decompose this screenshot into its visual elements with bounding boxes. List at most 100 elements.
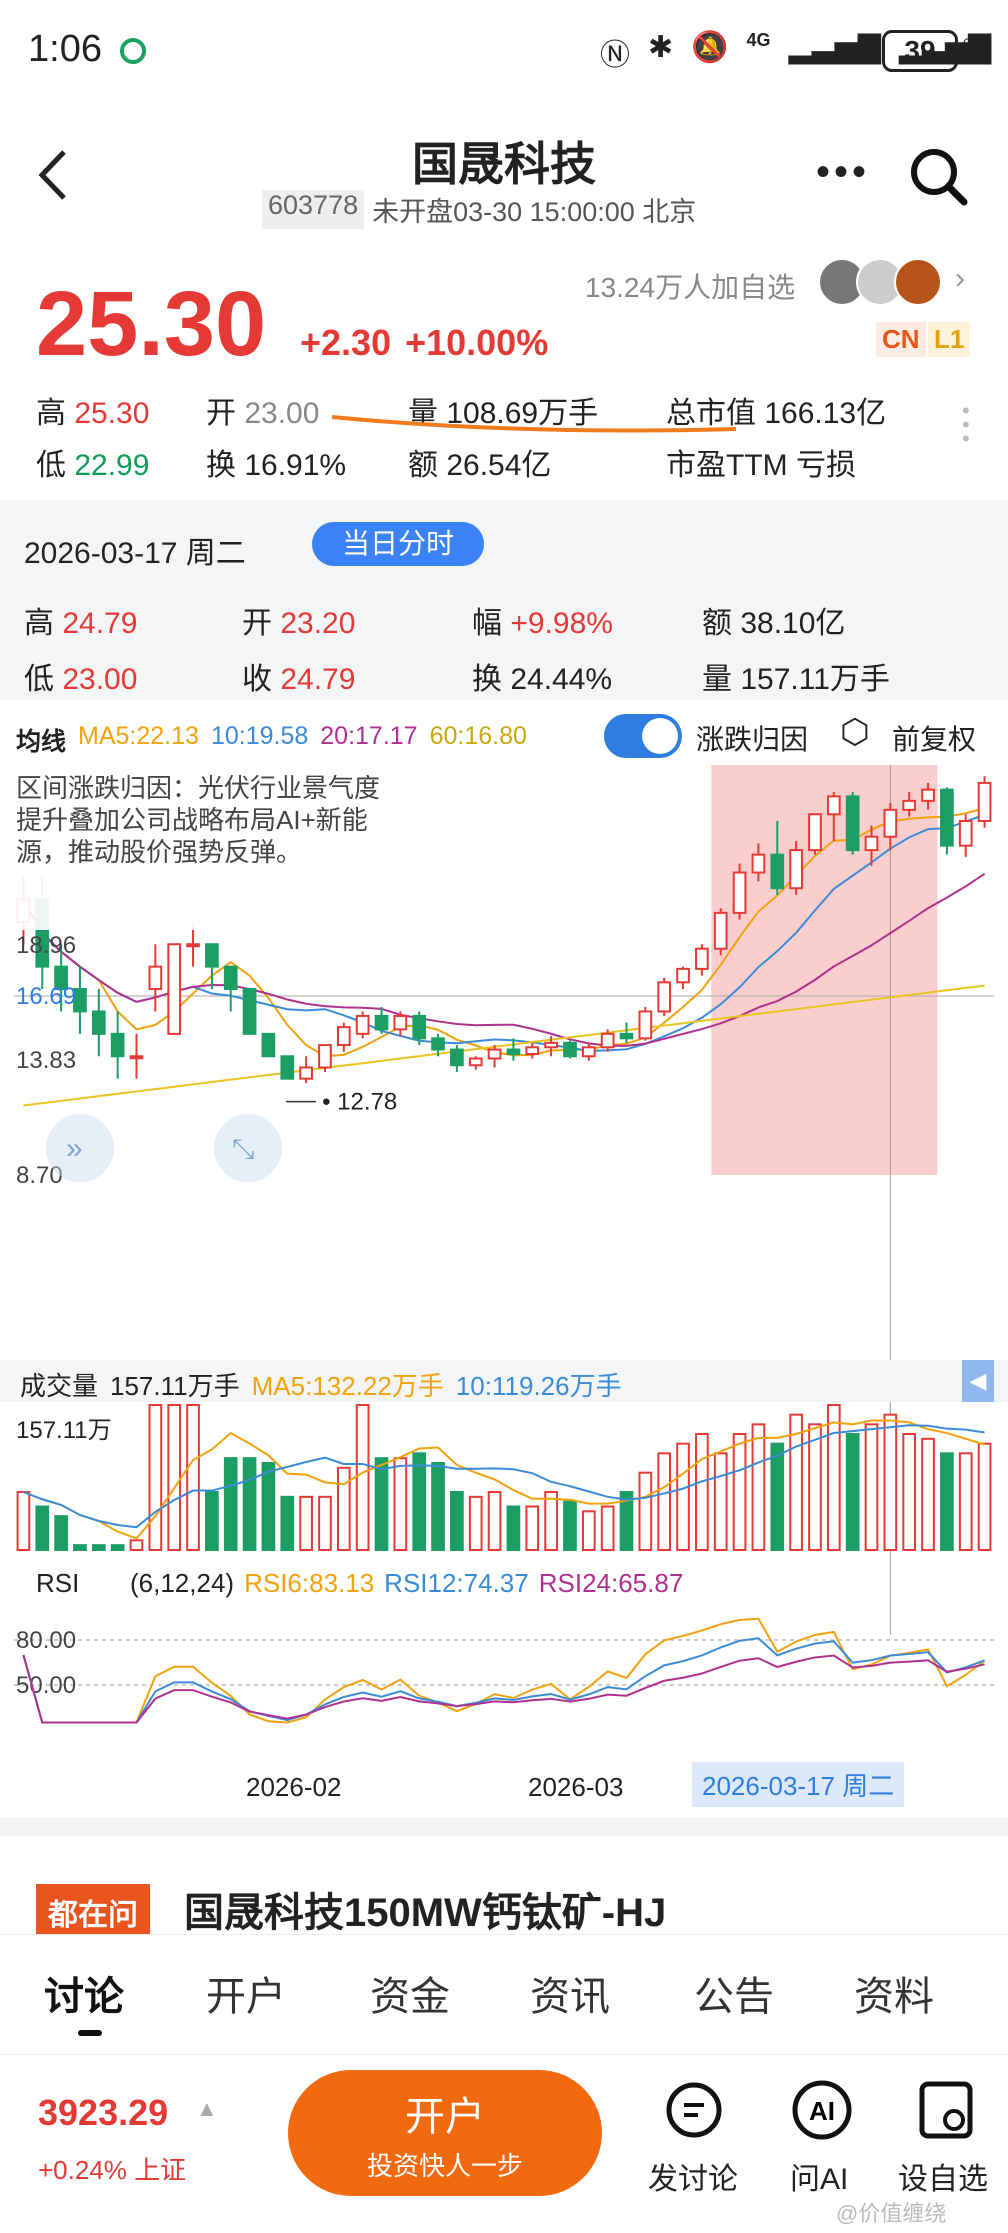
volume-bar	[280, 1495, 295, 1551]
chevron-right-icon[interactable]: ›	[955, 262, 965, 296]
add-watchlist-icon[interactable]	[918, 2080, 974, 2140]
comment-icon[interactable]	[664, 2080, 724, 2140]
triangle-up-icon: ▲	[196, 2096, 218, 2121]
follower-avatars[interactable]	[818, 258, 942, 306]
day-low: 低 23.00	[24, 663, 138, 696]
candle	[713, 911, 728, 950]
candle	[205, 943, 219, 968]
collapse-panel-button[interactable]: ◀	[962, 1360, 994, 1402]
volume-bar	[148, 1404, 163, 1551]
index-value[interactable]: 3923.29	[38, 2092, 168, 2134]
bluetooth-icon: ✱	[648, 31, 674, 64]
candle	[525, 1046, 540, 1056]
candle	[789, 849, 803, 890]
day-amount: 额 38.10亿	[702, 607, 846, 640]
volume-axis-max: 157.11万	[16, 1417, 112, 1444]
candle	[732, 871, 747, 914]
volume-bar	[450, 1491, 464, 1551]
tab-discuss[interactable]: 讨论	[44, 1964, 124, 2022]
candle	[393, 1014, 408, 1031]
volume-bar	[242, 1457, 257, 1552]
volume-bar	[921, 1437, 935, 1551]
discuss-label[interactable]: 发讨论	[648, 2154, 738, 2198]
fullscreen-icon: ⤡	[232, 1133, 254, 1164]
change-amount: +2.30	[300, 322, 392, 363]
mute-icon: 🔕	[691, 31, 729, 64]
volume-bar	[676, 1442, 690, 1552]
hot-question-text[interactable]: 国晟科技150MW钙钛矿-HJ	[184, 1880, 666, 1938]
candle	[506, 1048, 521, 1056]
refresh-icon	[120, 38, 146, 64]
volume-bar	[374, 1457, 389, 1552]
volume-bar	[355, 1404, 370, 1551]
day-volume: 量 157.11万手	[702, 663, 890, 696]
volume-bar	[110, 1544, 125, 1552]
last-price: 25.30	[36, 273, 267, 375]
rsi-level-label: 80.00	[16, 1627, 76, 1654]
tab-open-account[interactable]: 开户	[206, 1964, 286, 2022]
day-turnover: 换 24.44%	[472, 663, 613, 696]
tab-news[interactable]: 资讯	[530, 1964, 610, 2022]
attribution-note: 区间涨跌归因：光伏行业景气度提升叠加公司战略布局AI+新能源，推动股价强势反弹。	[16, 772, 394, 930]
day-amplitude: 幅 +9.98%	[472, 607, 613, 640]
volume-bar	[883, 1413, 898, 1552]
volume-bar	[261, 1462, 276, 1551]
network-label: 4G	[746, 30, 771, 50]
low-marker-label: • 12.78	[322, 1089, 397, 1116]
candle	[450, 1048, 464, 1067]
market-status: 未开盘03-30 15:00:00 北京	[372, 197, 697, 227]
candle	[751, 853, 766, 874]
volume-bar	[977, 1442, 992, 1552]
volume-bar	[129, 1539, 144, 1551]
index-change: +0.24% 上证	[38, 2155, 187, 2185]
adjust-icon[interactable]: ⬡	[840, 712, 870, 752]
watchlist-label[interactable]: 设自选	[898, 2154, 988, 2198]
candle	[544, 1041, 558, 1049]
candle	[808, 813, 822, 852]
candle	[318, 1044, 332, 1069]
volume-bar	[770, 1442, 785, 1552]
volume-bar	[16, 1491, 31, 1551]
tab-profile[interactable]: 资料	[854, 1964, 934, 2022]
intraday-button[interactable]: 当日分时	[312, 522, 484, 566]
volume-bar	[205, 1491, 219, 1551]
candle	[431, 1037, 445, 1051]
nfc-icon: Ⓝ	[600, 39, 630, 72]
volume-bar	[318, 1495, 332, 1551]
volume-bar	[902, 1433, 917, 1551]
signal-icon: ▂▃▅▇	[788, 31, 881, 64]
candle	[487, 1048, 502, 1060]
status-time: 1:06	[28, 28, 102, 70]
candle	[958, 820, 973, 847]
tab-announcements[interactable]: 公告	[694, 1964, 774, 2022]
ask-ai-label[interactable]: 问AI	[790, 2154, 848, 2198]
more-icon[interactable]: •••	[816, 150, 870, 195]
candle	[91, 1010, 106, 1035]
volume-bar	[732, 1433, 747, 1551]
candle	[581, 1046, 596, 1058]
candle	[468, 1057, 483, 1067]
search-icon[interactable]	[906, 144, 970, 208]
volume-bar	[581, 1510, 596, 1551]
candle	[280, 1055, 295, 1080]
candle	[619, 1032, 634, 1040]
rsi-level-label: 50.00	[16, 1672, 76, 1699]
tab-funds[interactable]: 资金	[370, 1964, 450, 2022]
candle	[902, 799, 917, 811]
open-account-button[interactable]: 开户 投资快人一步	[288, 2070, 602, 2196]
adjust-label[interactable]: 前复权	[892, 718, 976, 758]
hot-question-tag: 都在问	[36, 1884, 150, 1940]
watermark: @价值缠绕	[836, 2201, 947, 2226]
svg-text:AI: AI	[809, 2096, 835, 2126]
leaf-icon: ❦	[962, 32, 984, 62]
candle	[638, 1010, 653, 1040]
volume-bar	[35, 1505, 50, 1551]
candle	[864, 835, 879, 852]
badge-cn: CN	[876, 322, 926, 357]
candle	[845, 795, 860, 852]
attribution-toggle[interactable]	[604, 714, 682, 758]
volume-bar	[91, 1544, 106, 1552]
volume-bar	[525, 1505, 540, 1551]
volume-bar	[468, 1495, 483, 1551]
ai-icon[interactable]: AI	[790, 2078, 854, 2142]
